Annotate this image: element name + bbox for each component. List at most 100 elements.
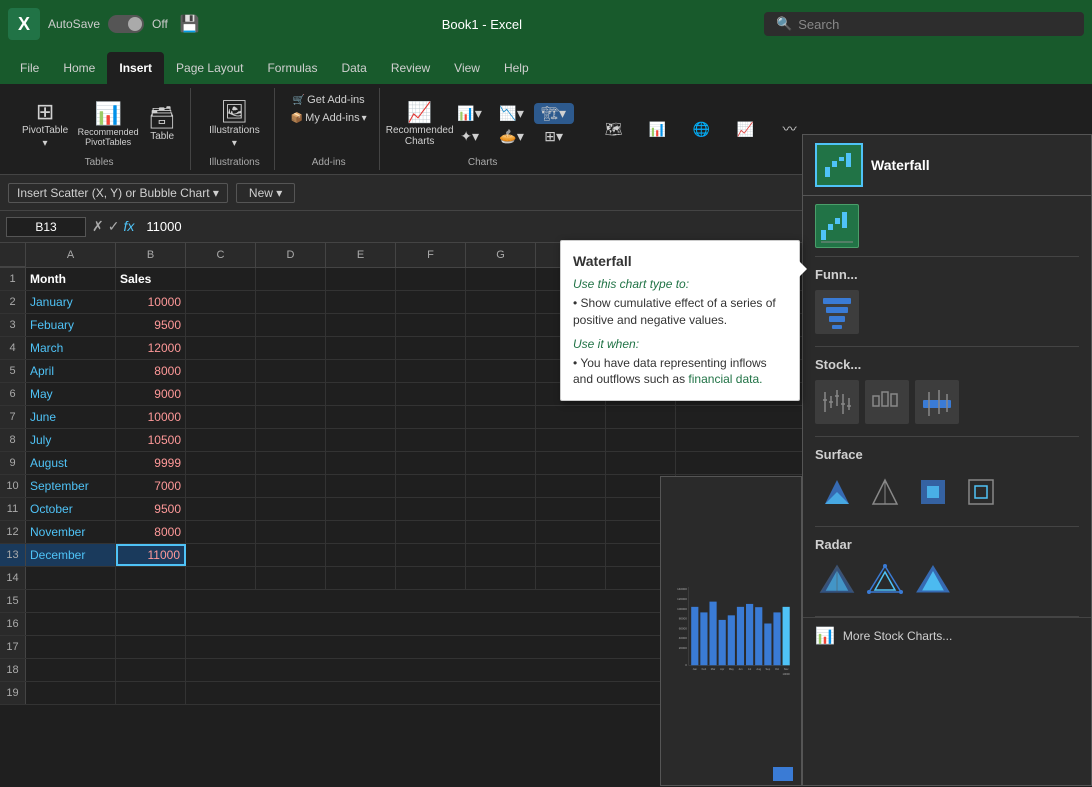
get-addins-btn[interactable]: 🛒 Get Add-ins (289, 92, 369, 108)
tab-data[interactable]: Data (329, 52, 378, 84)
chart-legend-box (773, 767, 793, 781)
column-chart-btn[interactable]: 📊▾ (450, 103, 490, 124)
stock-chart-icon-2[interactable] (865, 380, 909, 424)
new-button[interactable]: New ▾ (236, 183, 295, 203)
funnel-chart-icon-1[interactable] (815, 290, 859, 334)
cell-g2[interactable] (466, 291, 536, 313)
funnel-header: Funn... (803, 261, 1091, 286)
confirm-formula-icon[interactable]: ✓ (108, 218, 120, 235)
cell-g3[interactable] (466, 314, 536, 336)
corner-cell (0, 243, 26, 267)
cell-d1[interactable] (256, 268, 326, 290)
waterfall-chart-btn[interactable]: 🏗▾ (534, 103, 574, 124)
charts-dropdown-panel: Waterfall Funn... (802, 134, 1092, 786)
more-stock-charts-btn[interactable]: 📊 More Stock Charts... (803, 617, 1091, 654)
waterfall-chart-selected-icon[interactable] (815, 143, 863, 187)
cell-e1[interactable] (326, 268, 396, 290)
tooltip-bullet-2: • You have data representing inflows and… (573, 355, 787, 389)
cell-a2[interactable]: January (26, 291, 116, 313)
ribbon-group-tables: ⊞ PivotTable ▾ 📊 Recommended PivotTables… (8, 88, 191, 170)
stock-header: Stock... (803, 351, 1091, 376)
insert-function-icon[interactable]: fx (123, 218, 134, 235)
sparklines-btn[interactable]: 📈 (726, 117, 766, 142)
get-addins-icon: 🛒 (293, 95, 305, 106)
surface-chart-icon-3[interactable] (911, 470, 955, 514)
cell-f3[interactable] (396, 314, 466, 336)
waterfall-variant-1[interactable] (815, 204, 859, 248)
tooltip-bullet-1: • Show cumulative effect of a series of … (573, 295, 787, 329)
surface-chart-icon-4[interactable] (959, 470, 1003, 514)
tab-help[interactable]: Help (492, 52, 541, 84)
my-addins-btn[interactable]: 📦 My Add-ins ▾ (287, 110, 371, 126)
cell-c1[interactable] (186, 268, 256, 290)
line-chart-btn[interactable]: 📉▾ (492, 103, 532, 124)
recommended-charts-btn[interactable]: 📈 RecommendedCharts (392, 99, 448, 151)
svg-text:Feb: Feb (702, 667, 707, 671)
autosave-knob (128, 17, 142, 31)
cell-a4[interactable]: March (26, 337, 116, 359)
cell-b2[interactable]: 10000 (116, 291, 186, 313)
cell-f2[interactable] (396, 291, 466, 313)
cell-a3[interactable]: Febuary (26, 314, 116, 336)
col-header-c: C (186, 243, 256, 267)
extra-ribbon-icons: 🗺 📊 🌐 📈 〰 (594, 88, 810, 170)
ribbon-group-illustrations: 🖼 Illustrations ▾ Illustrations (195, 88, 275, 170)
3d-map-btn[interactable]: 🌐 (682, 117, 722, 142)
tab-insert[interactable]: Insert (107, 52, 164, 84)
illustrations-label: Illustrations (209, 157, 260, 170)
table-btn[interactable]: 🗃 Table (142, 103, 182, 146)
surface-chart-icon-1[interactable] (815, 470, 859, 514)
tab-file[interactable]: File (8, 52, 51, 84)
cell-b1[interactable]: Sales (116, 268, 186, 290)
cell-g1[interactable] (466, 268, 536, 290)
row-num-3: 3 (0, 314, 26, 336)
cell-c2[interactable] (186, 291, 256, 313)
pivot-chart-btn[interactable]: 📊 (638, 117, 678, 142)
cell-reference[interactable]: B13 (6, 217, 86, 237)
funnel-section: Funn... (803, 257, 1091, 346)
combo-chart-btn[interactable]: ⊞▾ (534, 126, 574, 147)
col-header-d: D (256, 243, 326, 267)
chart-preview[interactable]: 140000 120000 100000 80000 60000 40000 2… (660, 476, 802, 786)
title-bar: X AutoSave Off 💾 Book1 - Excel 🔍 Search (0, 0, 1092, 48)
tab-home[interactable]: Home (51, 52, 107, 84)
cell-a1[interactable]: Month (26, 268, 116, 290)
radar-chart-icon-3[interactable] (911, 560, 955, 604)
recommended-pivot-btn[interactable]: 📊 Recommended PivotTables (78, 99, 138, 151)
row-num-4: 4 (0, 337, 26, 359)
cell-b4[interactable]: 12000 (116, 337, 186, 359)
tab-view[interactable]: View (442, 52, 492, 84)
scatter-dropdown[interactable]: Insert Scatter (X, Y) or Bubble Chart ▾ (8, 183, 228, 203)
tab-review[interactable]: Review (379, 52, 442, 84)
cancel-formula-icon[interactable]: ✗ (92, 218, 104, 235)
svg-text:140000: 140000 (677, 587, 687, 591)
autosave-toggle[interactable] (108, 15, 144, 33)
cell-e3[interactable] (326, 314, 396, 336)
tab-formulas[interactable]: Formulas (255, 52, 329, 84)
svg-text:Jan: Jan (693, 667, 698, 671)
radar-chart-icon-1[interactable] (815, 560, 859, 604)
pie-chart-btn[interactable]: 🥧▾ (492, 126, 532, 147)
illustrations-btn[interactable]: 🖼 Illustrations ▾ (203, 97, 266, 153)
bar-chart-svg: 140000 120000 100000 80000 60000 40000 2… (669, 485, 793, 777)
scatter-chart-btn[interactable]: ✦▾ (450, 126, 490, 147)
stock-chart-icon-1[interactable] (815, 380, 859, 424)
svg-text:Jun: Jun (738, 667, 743, 671)
svg-text:80000: 80000 (679, 617, 688, 621)
stock-chart-icon-3[interactable] (915, 380, 959, 424)
cell-c3[interactable] (186, 314, 256, 336)
pivot-table-btn[interactable]: ⊞ PivotTable ▾ (16, 97, 74, 153)
surface-chart-icon-2[interactable] (863, 470, 907, 514)
cell-b3[interactable]: 9500 (116, 314, 186, 336)
cell-f1[interactable] (396, 268, 466, 290)
radar-chart-icon-2[interactable] (863, 560, 907, 604)
map-chart-btn[interactable]: 🗺 (594, 117, 634, 142)
cell-d3[interactable] (256, 314, 326, 336)
search-bar[interactable]: 🔍 Search (764, 12, 1084, 36)
svg-text:60000: 60000 (679, 626, 688, 630)
tab-page-layout[interactable]: Page Layout (164, 52, 255, 84)
autosave-off: Off (152, 17, 168, 31)
cell-e2[interactable] (326, 291, 396, 313)
cell-d2[interactable] (256, 291, 326, 313)
save-icon[interactable]: 💾 (180, 14, 200, 34)
